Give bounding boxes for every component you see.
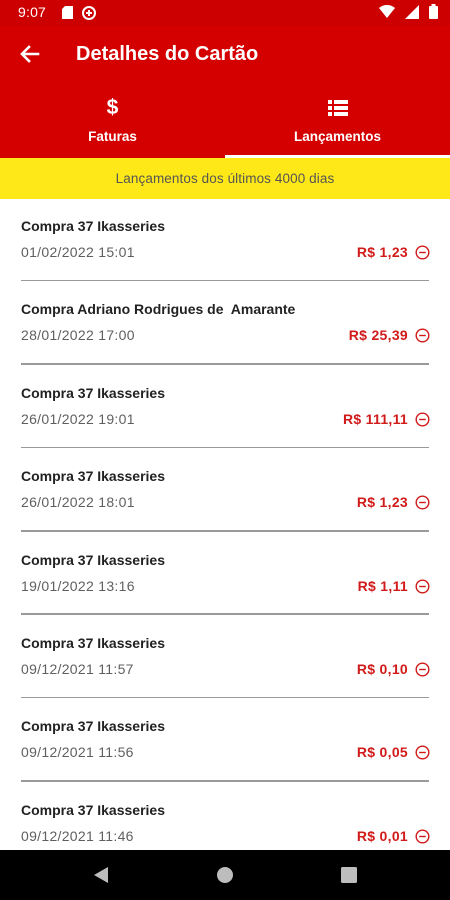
transaction-date: 09/12/2021 11:57 [21,660,134,677]
divider [21,696,429,699]
signal-icon [405,4,419,22]
status-time: 9:07 [18,4,47,20]
transaction-description: Compra 37 Ikasseries [21,468,165,485]
list-item[interactable]: Compra 37 Ikasseries 19/01/2022 13:16 R$… [0,533,450,616]
transaction-description: Compra Adriano Rodrigues de Amarante [21,301,296,318]
transaction-description: Compra 37 Ikasseries [21,551,165,568]
transaction-amount: R$ 1,23 [356,494,408,511]
transaction-list: Compra 37 Ikasseries 01/02/2022 15:01 R$… [0,199,450,866]
tab-lancamentos[interactable]: Lançamentos [225,88,450,158]
transaction-date: 09/12/2021 11:56 [21,744,134,761]
sd-card-icon [62,6,73,22]
minus-circle-icon [415,829,430,844]
minus-circle-icon [415,245,430,260]
transaction-amount: R$ 0,01 [356,827,408,844]
transaction-amount: R$ 25,39 [348,327,408,344]
transaction-date: 28/01/2022 17:00 [21,327,135,344]
nav-back-button[interactable] [90,864,112,886]
system-nav-bar [0,850,450,900]
transaction-description: Compra 37 Ikasseries [21,218,165,234]
divider [21,780,429,782]
divider [21,279,429,282]
list-icon [327,97,348,119]
transaction-date: 26/01/2022 18:01 [21,494,135,511]
transaction-amount: R$ 0,05 [356,744,408,761]
app-header: Detalhes do Cartão $ Faturas Lançamentos [0,26,450,158]
divider [21,613,429,615]
list-item[interactable]: Compra 37 Ikasseries 01/02/2022 15:01 R$… [0,199,450,282]
battery-icon [429,4,438,22]
transaction-description: Compra 37 Ikasseries [21,718,165,735]
tab-bar: $ Faturas Lançamentos [0,88,450,158]
transaction-amount: R$ 111,11 [343,410,408,427]
wifi-icon [379,4,395,21]
minus-circle-icon [415,662,430,677]
divider [21,363,429,365]
back-button[interactable] [16,40,44,68]
list-item[interactable]: Compra 37 Ikasseries 09/12/2021 11:57 R$… [0,616,450,699]
tab-faturas[interactable]: $ Faturas [0,88,225,158]
page-title: Detalhes do Cartão [76,43,259,65]
minus-circle-icon [415,745,430,760]
transaction-amount: R$ 0,10 [356,660,408,677]
list-item[interactable]: Compra 37 Ikasseries 09/12/2021 11:56 R$… [0,699,450,782]
minus-circle-icon [415,412,430,427]
transaction-date: 01/02/2022 15:01 [21,244,135,260]
recents-square-icon [341,867,357,883]
transaction-date: 19/01/2022 13:16 [21,577,135,594]
minus-circle-icon [415,495,430,510]
transaction-date: 26/01/2022 19:01 [21,410,135,427]
vpn-icon [82,6,96,23]
transaction-description: Compra 37 Ikasseries [21,801,165,818]
minus-circle-icon [415,328,430,343]
tab-faturas-label: Faturas [88,129,137,144]
transaction-description: Compra 37 Ikasseries [21,384,165,401]
nav-recents-button[interactable] [338,864,360,886]
period-banner-text: Lançamentos dos últimos 4000 dias [115,171,335,186]
transaction-amount: R$ 1,23 [356,244,408,260]
list-item[interactable]: Compra 37 Ikasseries 26/01/2022 18:01 R$… [0,449,450,532]
back-triangle-icon [94,867,108,883]
list-item[interactable]: Compra Adriano Rodrigues de Amarante 28/… [0,282,450,365]
period-banner: Lançamentos dos últimos 4000 dias [0,158,450,199]
transaction-amount: R$ 1,11 [357,577,408,594]
arrow-left-icon [20,45,40,63]
nav-home-button[interactable] [214,864,236,886]
tab-lancamentos-label: Lançamentos [293,129,382,144]
home-circle-icon [217,867,233,883]
transaction-date: 09/12/2021 11:46 [21,827,134,844]
status-bar: 9:07 [0,0,450,26]
transaction-description: Compra 37 Ikasseries [21,634,165,651]
list-item[interactable]: Compra 37 Ikasseries 26/01/2022 19:01 R$… [0,366,450,449]
divider [21,529,429,532]
minus-circle-icon [415,579,430,594]
dollar-icon: $ [106,96,119,119]
divider [21,446,429,449]
